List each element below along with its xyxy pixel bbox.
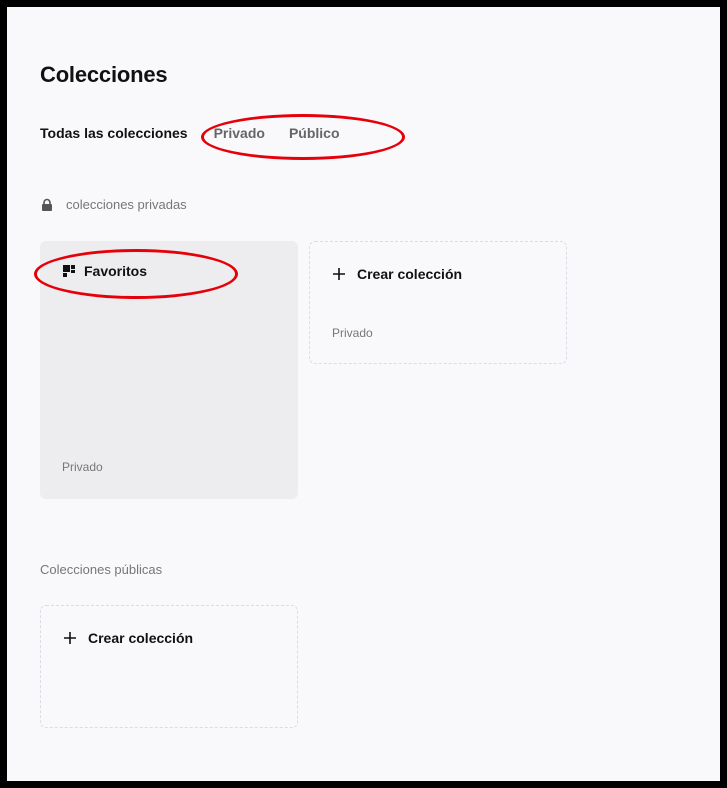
collections-page: Colecciones Todas las colecciones Privad… [7,7,720,781]
favorites-title: Favoritos [84,263,148,279]
tab-all-collections[interactable]: Todas las colecciones [40,125,188,141]
public-section-label: Colecciones públicas [40,562,163,577]
private-section-text: colecciones privadas [66,197,187,212]
create-public-collection-card[interactable]: Crear colección [40,605,298,728]
collection-icon [63,265,75,277]
tab-private[interactable]: Privado [214,125,265,141]
lock-icon [42,198,52,211]
create-private-label: Crear colección [357,266,463,282]
plus-icon [64,632,76,644]
favorites-collection-card[interactable]: Favoritos Privado [40,241,298,499]
favorites-card-header: Favoritos [62,263,147,279]
favorites-visibility: Privado [62,460,103,474]
collection-tabs: Todas las colecciones Privado Público [40,125,340,141]
tab-public[interactable]: Público [289,125,340,141]
create-private-header: Crear colección [332,266,462,282]
private-section-label: colecciones privadas [40,197,187,212]
create-public-header: Crear colección [63,630,193,646]
page-title: Colecciones [40,62,168,87]
create-private-visibility: Privado [332,326,373,340]
create-public-label: Crear colección [88,630,194,646]
plus-icon [333,268,345,280]
create-private-collection-card[interactable]: Crear colección Privado [309,241,567,364]
